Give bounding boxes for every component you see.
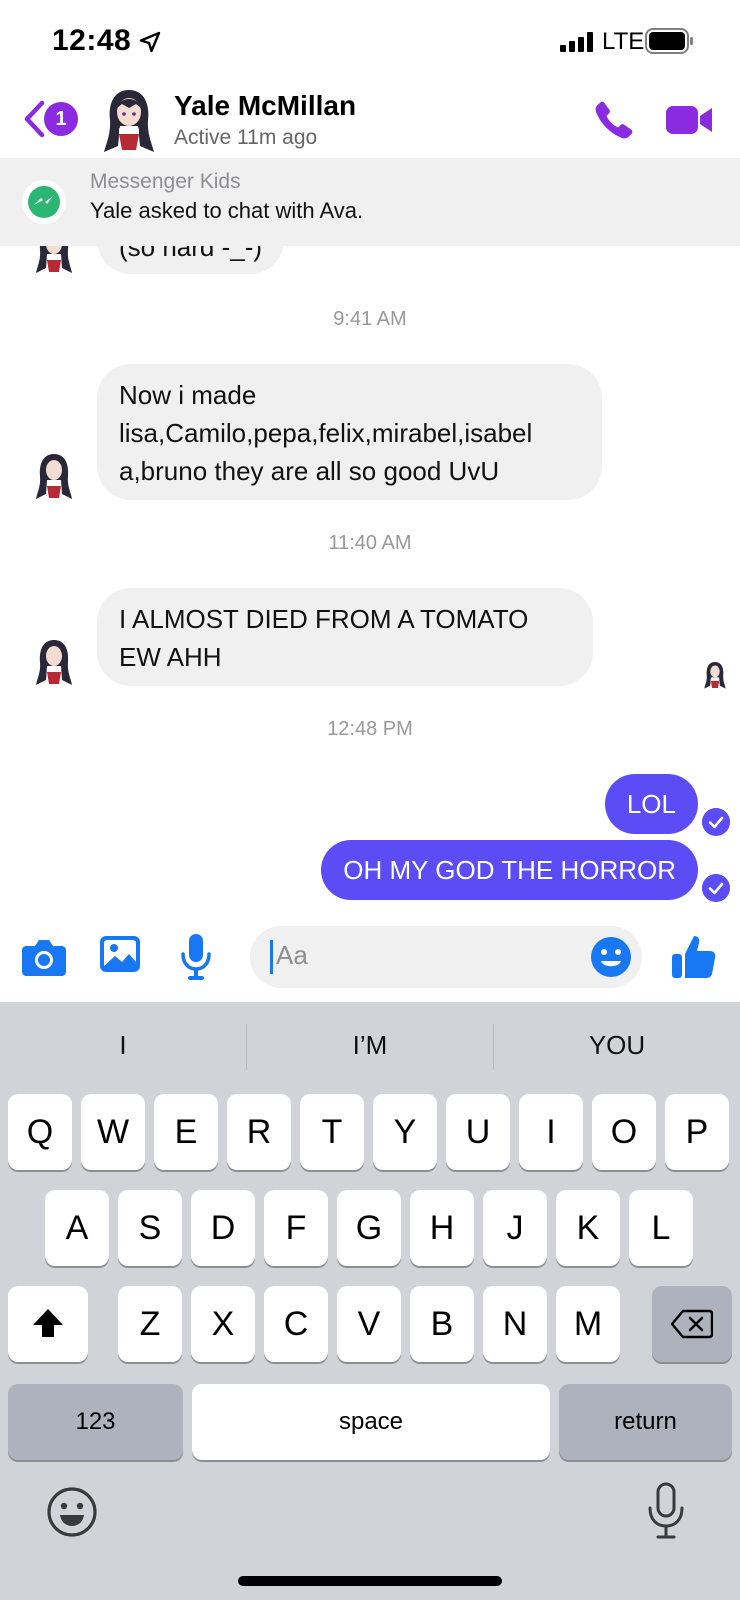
key-x[interactable]: X	[191, 1286, 255, 1362]
gallery-icon[interactable]	[100, 936, 140, 974]
message-bubble-outgoing[interactable]: OH MY GOD THE HORROR	[321, 840, 698, 900]
microphone-icon[interactable]	[180, 934, 212, 980]
numbers-key[interactable]: 123	[8, 1384, 183, 1460]
message-timestamp: 11:40 AM	[328, 532, 412, 554]
delete-key[interactable]	[652, 1286, 732, 1362]
text-cursor	[270, 940, 273, 974]
delivered-check-icon	[702, 874, 730, 902]
message-text-line: EW AHH	[119, 642, 222, 672]
key-i[interactable]: I	[519, 1094, 583, 1170]
suggestion-2[interactable]: I’M	[247, 1030, 493, 1061]
video-call-icon[interactable]	[666, 100, 714, 140]
key-b[interactable]: B	[410, 1286, 474, 1362]
key-m[interactable]: M	[556, 1286, 620, 1362]
message-timestamp: 12:48 PM	[327, 718, 413, 740]
return-key[interactable]: return	[559, 1384, 732, 1460]
key-e[interactable]: E	[154, 1094, 218, 1170]
key-u[interactable]: U	[446, 1094, 510, 1170]
key-w[interactable]: W	[81, 1094, 145, 1170]
key-f[interactable]: F	[264, 1190, 328, 1266]
avatar	[36, 246, 72, 273]
avatar[interactable]	[98, 86, 160, 154]
message-text-line: Now i made	[119, 380, 257, 410]
key-h[interactable]: H	[410, 1190, 474, 1266]
message-list[interactable]: (so hard -_-) 9:41 AM Now i made lisa,Ca…	[0, 246, 740, 910]
composer-bar: Aa	[0, 910, 740, 1002]
suggestion-3[interactable]: YOU	[494, 1030, 740, 1061]
unread-badge: 1	[44, 102, 78, 136]
home-indicator[interactable]	[238, 1576, 502, 1586]
signal-icon	[560, 32, 593, 52]
active-status: Active 11m ago	[174, 126, 318, 149]
avatar	[36, 454, 72, 499]
contact-name[interactable]: Yale McMillan	[174, 90, 356, 122]
delivered-check-icon	[702, 808, 730, 836]
conversation-header: 1 Yale McMillan Active 11m ago	[0, 84, 740, 158]
message-bubble[interactable]: Now i made lisa,Camilo,pepa,felix,mirabe…	[97, 364, 602, 500]
message-bubble-outgoing[interactable]: LOL	[604, 774, 698, 834]
space-key[interactable]: space	[192, 1384, 550, 1460]
messenger-kids-banner[interactable]: Messenger Kids Yale asked to chat with A…	[0, 158, 740, 246]
banner-title: Messenger Kids	[90, 170, 241, 193]
key-p[interactable]: P	[665, 1094, 729, 1170]
camera-icon[interactable]	[22, 938, 66, 976]
battery-icon	[645, 28, 693, 54]
seen-avatar	[704, 662, 726, 689]
message-text: LOL	[626, 789, 676, 819]
message-bubble[interactable]: I ALMOST DIED FROM A TOMATO EW AHH	[97, 588, 593, 686]
status-bar: 12:48 LTE	[0, 0, 740, 84]
message-text-line: lisa,Camilo,pepa,felix,mirabel,isabel	[119, 418, 533, 448]
messenger-kids-icon	[22, 180, 66, 224]
message-input[interactable]: Aa	[250, 926, 642, 988]
key-g[interactable]: G	[337, 1190, 401, 1266]
location-arrow-icon	[139, 31, 161, 53]
chevron-left-icon	[24, 100, 45, 138]
avatar	[36, 640, 72, 685]
message-bubble[interactable]: (so hard -_-)	[97, 246, 285, 274]
message-timestamp: 9:41 AM	[333, 308, 407, 330]
key-a[interactable]: A	[45, 1190, 109, 1266]
key-z[interactable]: Z	[118, 1286, 182, 1362]
emoji-icon[interactable]	[590, 936, 632, 978]
key-t[interactable]: T	[300, 1094, 364, 1170]
key-l[interactable]: L	[629, 1190, 693, 1266]
key-n[interactable]: N	[483, 1286, 547, 1362]
message-text: (so hard -_-)	[119, 246, 263, 262]
back-button[interactable]: 1	[18, 96, 80, 142]
dictation-mic-icon[interactable]	[646, 1482, 686, 1540]
status-time: 12:48	[52, 24, 132, 57]
phone-icon[interactable]	[592, 98, 636, 142]
key-o[interactable]: O	[592, 1094, 656, 1170]
shift-icon	[33, 1309, 63, 1337]
key-v[interactable]: V	[337, 1286, 401, 1362]
message-text: OH MY GOD THE HORROR	[343, 855, 676, 885]
key-j[interactable]: J	[483, 1190, 547, 1266]
network-label: LTE	[602, 28, 645, 55]
emoji-keyboard-icon[interactable]	[46, 1486, 98, 1538]
message-text-line: a,bruno they are all so good UvU	[119, 456, 500, 486]
key-s[interactable]: S	[118, 1190, 182, 1266]
input-placeholder: Aa	[276, 940, 308, 970]
thumbs-up-icon[interactable]	[672, 934, 716, 980]
key-d[interactable]: D	[191, 1190, 255, 1266]
key-k[interactable]: K	[556, 1190, 620, 1266]
key-c[interactable]: C	[264, 1286, 328, 1362]
message-text-line: I ALMOST DIED FROM A TOMATO	[119, 604, 529, 634]
key-q[interactable]: Q	[8, 1094, 72, 1170]
backspace-icon	[670, 1309, 714, 1339]
keyboard: I I’M YOU Q W E R T Y U I O P A S D F G …	[0, 1002, 740, 1600]
suggestion-1[interactable]: I	[0, 1030, 246, 1061]
shift-key[interactable]	[8, 1286, 88, 1362]
banner-text: Yale asked to chat with Ava.	[90, 198, 364, 223]
key-y[interactable]: Y	[373, 1094, 437, 1170]
key-r[interactable]: R	[227, 1094, 291, 1170]
